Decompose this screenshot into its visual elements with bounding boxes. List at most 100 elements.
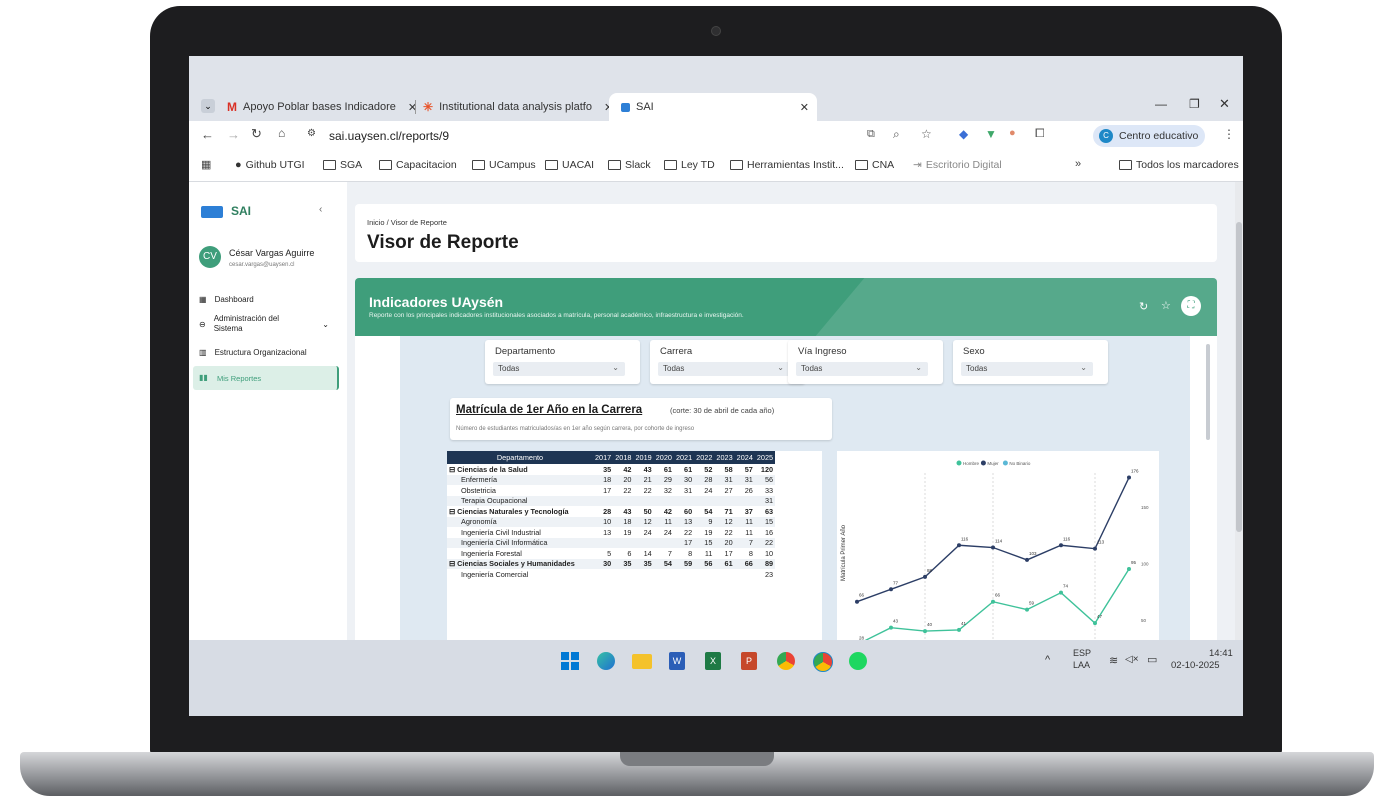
chevron-up-icon[interactable]: ^ xyxy=(1045,654,1050,666)
word-icon[interactable]: W xyxy=(669,652,685,670)
windows-icon[interactable] xyxy=(561,652,579,670)
collapse-sidebar-icon[interactable]: ‹ xyxy=(319,204,322,215)
tab-search-icon[interactable]: ⌄ xyxy=(201,99,215,113)
data-point xyxy=(1127,566,1131,571)
bookmark-cna[interactable]: CNA xyxy=(855,159,894,171)
clock-time[interactable]: 14:41 xyxy=(1209,648,1233,659)
filter-select[interactable]: Todas ⌄ xyxy=(658,362,790,376)
file-explorer-icon[interactable] xyxy=(632,654,652,669)
filter-via-ingreso[interactable]: Vía Ingreso Todas ⌄ xyxy=(788,340,943,384)
filter-carrera[interactable]: Carrera Todas ⌄ xyxy=(650,340,805,384)
close-icon[interactable]: ✕ xyxy=(800,101,809,114)
column-header-year[interactable]: 2022 xyxy=(694,451,715,464)
profile-button[interactable]: C Centro educativo xyxy=(1093,125,1205,147)
filter-select[interactable]: Todas ⌄ xyxy=(796,362,928,376)
clock-date[interactable]: 02-10-2025 xyxy=(1171,660,1220,671)
sidebar-item-estructura[interactable]: ▥ Estructura Organizacional xyxy=(199,348,307,357)
restore-icon[interactable]: ❐ xyxy=(1189,97,1200,111)
table-cell: 15 xyxy=(754,516,776,527)
extension-icon[interactable]: ◆ xyxy=(959,127,968,141)
apps-grid-icon[interactable]: ▦ xyxy=(201,158,211,171)
bookmark-github[interactable]: ● Github UTGI xyxy=(235,159,305,171)
table-row[interactable]: Agronomía 10 18 12 11 13 9 12 11 15 xyxy=(447,516,776,527)
powerpoint-icon[interactable]: P xyxy=(741,652,757,670)
more-bookmarks-button[interactable]: » xyxy=(1075,158,1081,170)
language-indicator[interactable]: ESP xyxy=(1073,648,1091,658)
excel-icon[interactable]: X xyxy=(705,652,721,670)
page-scrollbar[interactable] xyxy=(1235,182,1243,640)
back-icon[interactable]: ← xyxy=(201,127,214,142)
data-point xyxy=(957,627,961,632)
bookmark-star-icon[interactable]: ☆ xyxy=(921,127,932,141)
wifi-icon[interactable]: ≋ xyxy=(1109,654,1118,667)
table-row[interactable]: Ingeniería Forestal 5 6 14 7 8 11 17 8 10 xyxy=(447,548,775,559)
favorite-star-icon[interactable]: ☆ xyxy=(1161,299,1171,312)
column-header-year[interactable]: 2025 xyxy=(754,451,776,464)
breadcrumb: Inicio / Visor de Reporte xyxy=(367,218,447,227)
site-info-icon[interactable]: ⚙ xyxy=(307,128,316,139)
filter-departamento[interactable]: Departamento Todas ⌄ xyxy=(485,340,640,384)
folder-icon xyxy=(608,160,621,170)
data-point xyxy=(1093,546,1097,551)
minimize-icon[interactable]: — xyxy=(1155,97,1167,111)
sidebar-item-dashboard[interactable]: ▦ Dashboard xyxy=(199,295,254,304)
bookmark-escritorio[interactable]: ⇥ Escritorio Digital xyxy=(913,159,1002,171)
extension-dot-icon[interactable]: ● xyxy=(1009,127,1016,139)
forward-icon[interactable]: → xyxy=(227,127,240,142)
sidebar-item-administracion[interactable]: ⊖ Administración del Sistema ⌄ xyxy=(199,314,329,334)
all-bookmarks[interactable]: Todos los marcadores xyxy=(1119,159,1239,171)
table-row[interactable]: Ingeniería Civil Informática 17 15 20 7 22 xyxy=(447,537,776,548)
bookmark-capacitacion[interactable]: Capacitacion xyxy=(379,159,457,171)
table-row[interactable]: Terapia Ocupacional 31 xyxy=(447,495,776,506)
table-row[interactable]: ⊟ Ciencias Naturales y Tecnología 28 43 50 4… xyxy=(447,506,775,517)
bookmark-ley-td[interactable]: Ley TD xyxy=(664,159,715,171)
bookmark-ucampus[interactable]: UCampus xyxy=(472,159,536,171)
column-header-year[interactable]: 2023 xyxy=(714,451,735,464)
filter-sexo[interactable]: Sexo Todas ⌄ xyxy=(953,340,1108,384)
spotify-icon[interactable] xyxy=(849,652,867,670)
filter-select[interactable]: Todas ⌄ xyxy=(493,362,625,376)
filter-select[interactable]: Todas ⌄ xyxy=(961,362,1093,376)
bookmark-uacai[interactable]: UACAI xyxy=(545,159,594,171)
bookmark-herramientas[interactable]: Herramientas Instit... xyxy=(730,159,844,171)
table-row[interactable]: ⊟ Ciencias Sociales y Humanidades 30 35 35 5… xyxy=(447,558,776,569)
home-icon[interactable]: ⌂ xyxy=(278,126,285,140)
sidebar-item-mis-reportes[interactable]: ▮▮ Mis Reportes xyxy=(193,366,339,390)
column-header-year[interactable]: 2024 xyxy=(734,451,755,464)
tab-sai[interactable]: SAI ✕ xyxy=(609,93,817,121)
battery-icon[interactable]: ▭ xyxy=(1147,653,1157,666)
column-header-year[interactable]: 2018 xyxy=(613,451,634,464)
report-scrollbar[interactable] xyxy=(1206,344,1210,440)
extensions-puzzle-icon[interactable]: ⧠ xyxy=(1035,126,1045,141)
table-row[interactable]: Enfermería 18 20 21 29 30 28 31 31 56 xyxy=(447,474,776,485)
volume-muted-icon[interactable]: ◁× xyxy=(1125,654,1139,665)
chevron-down-icon: ⌄ xyxy=(322,319,329,329)
column-header-departamento[interactable]: Departamento xyxy=(447,451,593,464)
bookmark-sga[interactable]: SGA xyxy=(323,159,362,171)
tab-gmail[interactable]: M Apoyo Poblar bases Indicadore ✕ xyxy=(227,93,417,121)
table-cell: 56 xyxy=(754,474,776,485)
table-row[interactable]: Obstetricia 17 22 22 32 31 24 27 26 33 xyxy=(447,485,775,496)
url-input[interactable]: sai.uaysen.cl/reports/9 xyxy=(329,129,449,143)
table-row[interactable]: Ingeniería Comercial 23 xyxy=(447,569,775,580)
zoom-icon[interactable]: ⌕ xyxy=(893,127,900,142)
vue-extension-icon[interactable]: ▼ xyxy=(985,127,997,141)
column-header-year[interactable]: 2020 xyxy=(653,451,674,464)
window-close-icon[interactable]: ✕ xyxy=(1219,96,1230,112)
column-header-year[interactable]: 2019 xyxy=(633,451,654,464)
menu-icon[interactable]: ⋮ xyxy=(1223,127,1235,141)
fullscreen-icon[interactable]: ⛶ xyxy=(1181,296,1201,316)
table-row[interactable]: Ingeniería Civil Industrial 13 19 24 24 22 19 2… xyxy=(447,527,775,538)
tab-institutional[interactable]: ✳ Institutional data analysis platfo ✕ xyxy=(423,93,613,121)
reload-icon[interactable]: ↻ xyxy=(251,126,262,142)
column-header-year[interactable]: 2021 xyxy=(673,451,695,464)
bookmark-slack[interactable]: Slack xyxy=(608,159,651,171)
chrome-icon[interactable] xyxy=(777,652,795,670)
refresh-icon[interactable]: ↻ xyxy=(1139,300,1148,313)
keyboard-layout-indicator[interactable]: LAA xyxy=(1073,660,1090,670)
table-row[interactable]: ⊟ Ciencias de la Salud 35 42 43 61 61 52 58 57 12… xyxy=(447,464,775,475)
chrome-canary-icon[interactable] xyxy=(813,652,833,672)
column-header-year[interactable]: 2017 xyxy=(593,451,614,464)
translate-icon[interactable]: ⧉ xyxy=(867,128,875,141)
edge-icon[interactable] xyxy=(597,652,615,670)
